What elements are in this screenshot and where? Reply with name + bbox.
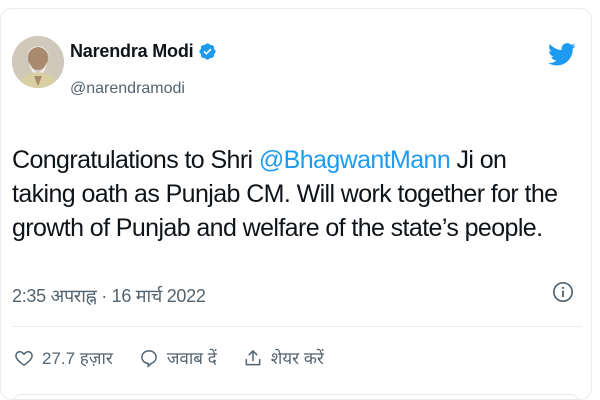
read-replies-box[interactable] <box>12 394 580 400</box>
tweet-text: Congratulations to Shri @BhagwantMann Ji… <box>12 143 572 245</box>
avatar-image <box>12 36 64 88</box>
like-count: 27.7 हज़ार <box>42 349 113 368</box>
author-name-row: Narendra Modi <box>70 41 217 62</box>
tweet-text-before: Congratulations to Shri <box>12 146 259 174</box>
share-icon <box>245 349 261 365</box>
tweet-timestamp[interactable]: 2:35 अपराह्न · 16 मार्च 2022 <box>12 284 206 308</box>
share-label: शेयर करें <box>270 349 324 368</box>
action-bar: 27.7 हज़ार जवाब दें शेयर करें <box>14 346 350 369</box>
info-icon[interactable] <box>552 281 574 303</box>
divider <box>12 326 582 327</box>
author-avatar[interactable] <box>12 36 64 88</box>
reply-bubble-icon <box>140 349 157 368</box>
share-button[interactable]: शेयर करें <box>243 346 324 369</box>
mention-link[interactable]: @BhagwantMann <box>259 146 451 174</box>
author-display-name[interactable]: Narendra Modi <box>70 41 194 62</box>
reply-label: जवाब दें <box>166 349 217 368</box>
author-handle[interactable]: @narendramodi <box>70 80 185 98</box>
heart-icon <box>15 350 33 366</box>
twitter-bird-icon[interactable] <box>548 40 576 68</box>
reply-button[interactable]: जवाब दें <box>139 346 217 369</box>
verified-badge-icon <box>199 43 217 60</box>
like-button[interactable]: 27.7 हज़ार <box>14 346 113 369</box>
